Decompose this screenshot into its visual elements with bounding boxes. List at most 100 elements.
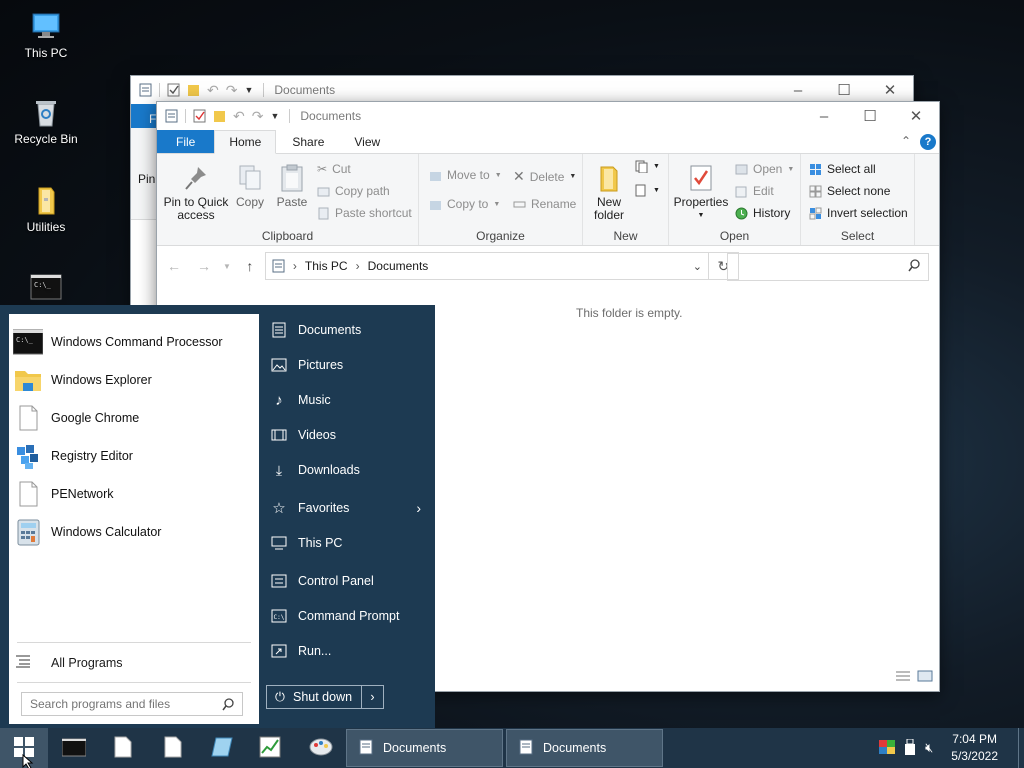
start-item-run[interactable]: Run... — [270, 636, 425, 666]
desktop-icon-recycle-bin[interactable]: Recycle Bin — [8, 96, 84, 146]
undo-icon[interactable]: ↶ — [233, 108, 245, 125]
show-desktop-button[interactable] — [1018, 728, 1024, 768]
help-icon[interactable]: ? — [920, 134, 936, 150]
large-icons-view-icon[interactable] — [917, 670, 933, 685]
move-to-button[interactable]: Move to ▼ — [429, 168, 502, 182]
breadcrumb-this-pc[interactable]: This PC — [305, 259, 348, 273]
shutdown-button[interactable]: ⏻ Shut down › — [266, 685, 384, 709]
all-programs-button[interactable]: All Programs — [15, 654, 123, 671]
usb-drive-icon[interactable] — [905, 738, 916, 758]
start-item-favorites[interactable]: ☆ Favorites › — [270, 493, 425, 523]
tab-file[interactable]: File — [157, 130, 215, 153]
maximize-button[interactable]: ☐ — [821, 76, 867, 104]
paste-button[interactable]: Paste — [273, 164, 311, 209]
recent-locations-icon[interactable]: ▼ — [223, 262, 231, 271]
shutdown-options-button[interactable]: › — [361, 686, 383, 708]
taskbar-app-button-2[interactable] — [250, 728, 290, 768]
invert-selection-button[interactable]: Invert selection — [809, 206, 908, 220]
start-item-control-panel[interactable]: Control Panel — [270, 566, 425, 596]
pin-to-quick-access-button[interactable]: Pin to Quick access — [163, 164, 229, 222]
desktop-icon-utilities[interactable]: Utilities — [8, 184, 84, 234]
tab-view[interactable]: View — [340, 130, 394, 153]
open-button[interactable]: Open ▼ — [735, 162, 794, 176]
volume-muted-icon[interactable]: 🔇︎ — [925, 740, 933, 756]
copy-to-button[interactable]: Copy to ▼ — [429, 197, 500, 211]
details-view-icon[interactable] — [895, 670, 911, 685]
select-all-button[interactable]: Select all — [809, 162, 876, 176]
chevron-down-icon[interactable]: ▼ — [270, 111, 279, 121]
close-button[interactable]: ✕ — [893, 102, 939, 130]
properties-icon[interactable] — [165, 109, 178, 123]
title-bar[interactable]: ↶ ↷ ▼ Documents – ☐ ✕ — [131, 76, 913, 104]
ribbon-collapse-icon[interactable]: ⌃ — [901, 134, 911, 148]
back-arrow-icon[interactable]: ← — [163, 258, 185, 274]
taskbar-file-button-2[interactable] — [154, 728, 192, 768]
cut-button[interactable]: ✂ Cut — [317, 162, 351, 176]
program-windows-explorer[interactable]: Windows Explorer — [9, 361, 259, 399]
group-label: Clipboard — [261, 229, 314, 243]
edit-button[interactable]: Edit — [735, 184, 774, 198]
address-bar[interactable]: › This PC › Documents ⌄ — [264, 252, 709, 280]
checkbox-icon[interactable] — [193, 109, 206, 123]
history-button[interactable]: History — [735, 206, 790, 220]
breadcrumb-documents[interactable]: Documents — [368, 259, 429, 273]
folder-icon[interactable] — [187, 83, 200, 97]
start-item-music[interactable]: ♪ Music — [270, 385, 425, 415]
start-item-command-prompt[interactable]: C:\ Command Prompt — [270, 601, 425, 631]
redo-icon[interactable]: ↷ — [252, 108, 264, 125]
up-arrow-icon[interactable]: ↑ — [239, 258, 261, 274]
maximize-button[interactable]: ☐ — [847, 102, 893, 130]
title-bar[interactable]: ↶ ↷ ▼ Documents – ☐ ✕ — [157, 102, 939, 130]
program-windows-calculator[interactable]: Windows Calculator — [9, 513, 259, 551]
program-windows-command-processor[interactable]: C:\_ Windows Command Processor — [9, 323, 259, 361]
program-penetwork[interactable]: PENetwork — [9, 475, 259, 513]
minimize-button[interactable]: – — [801, 102, 847, 130]
taskbar-file-button[interactable] — [104, 728, 142, 768]
new-folder-button[interactable]: New folder — [587, 164, 631, 222]
start-button[interactable] — [0, 728, 48, 768]
program-registry-editor[interactable]: Registry Editor — [9, 437, 259, 475]
new-item-button[interactable]: ▼ — [635, 160, 660, 174]
display-color-icon[interactable] — [879, 739, 896, 757]
delete-button[interactable]: ✕ Delete ▼ — [513, 168, 576, 185]
start-item-videos[interactable]: Videos — [270, 420, 425, 450]
start-item-this-pc[interactable]: This PC — [270, 528, 425, 558]
tab-share[interactable]: Share — [276, 130, 340, 153]
copy-button[interactable]: Copy — [233, 164, 267, 209]
rename-button[interactable]: Rename — [513, 197, 576, 211]
taskbar-cmd-button[interactable] — [54, 728, 94, 768]
program-google-chrome[interactable]: Google Chrome — [9, 399, 259, 437]
taskbar-app-button[interactable] — [202, 728, 242, 768]
paste-shortcut-button[interactable]: Paste shortcut — [317, 206, 412, 220]
taskbar-task-documents-1[interactable]: Documents — [346, 729, 503, 767]
search-input[interactable] — [727, 253, 929, 281]
rename-icon — [513, 198, 526, 211]
empty-folder-message: This folder is empty. — [576, 306, 683, 320]
desktop-icon-cmd[interactable]: C:\_ — [8, 272, 84, 308]
properties-icon[interactable] — [139, 83, 152, 97]
taskbar-task-documents-2[interactable]: Documents — [506, 729, 663, 767]
undo-icon[interactable]: ↶ — [207, 82, 219, 99]
desktop-icon-label: Recycle Bin — [14, 132, 78, 146]
start-item-pictures[interactable]: Pictures — [270, 350, 425, 380]
chevron-down-icon[interactable]: ▼ — [244, 85, 253, 95]
close-button[interactable]: ✕ — [867, 76, 913, 104]
folder-icon[interactable] — [213, 109, 226, 123]
start-search-input[interactable]: Search programs and files — [21, 692, 243, 716]
start-item-downloads[interactable]: ⤓ Downloads — [270, 455, 425, 485]
copy-path-button[interactable]: Copy path — [317, 184, 390, 198]
select-none-button[interactable]: Select none — [809, 184, 890, 198]
checkbox-icon[interactable] — [167, 83, 180, 97]
forward-arrow-icon[interactable]: → — [193, 258, 215, 274]
address-dropdown-icon[interactable]: ⌄ — [693, 260, 702, 273]
easy-access-button[interactable]: ▼ — [635, 184, 660, 197]
start-item-documents[interactable]: Documents — [270, 315, 425, 345]
properties-button[interactable]: Properties ▼ — [673, 164, 729, 222]
tab-file[interactable]: F — [131, 104, 157, 128]
taskbar-app-button-3[interactable] — [300, 728, 342, 768]
redo-icon[interactable]: ↷ — [226, 82, 238, 99]
tab-home[interactable]: Home — [214, 130, 277, 154]
clock[interactable]: 7:04 PM 5/3/2022 — [951, 731, 998, 765]
minimize-button[interactable]: – — [775, 76, 821, 104]
desktop-icon-this-pc[interactable]: This PC — [8, 10, 84, 60]
